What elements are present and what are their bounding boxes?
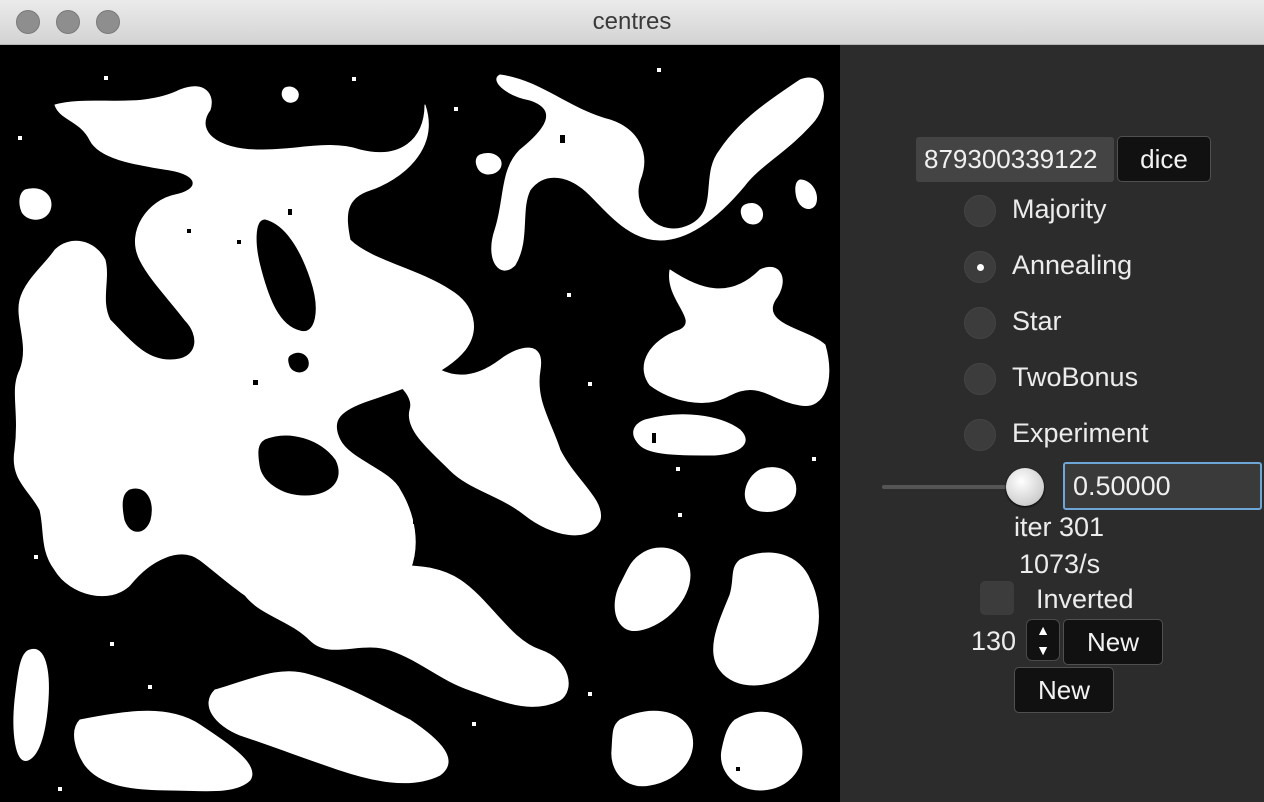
radio-star[interactable] [964, 307, 996, 339]
radio-annealing[interactable] [964, 251, 996, 283]
inverted-checkbox[interactable] [980, 581, 1014, 615]
control-panel: 879300339122 dice Majority Annealing Sta… [840, 45, 1264, 802]
stepper-up-icon[interactable]: ▲ [1027, 620, 1059, 640]
iteration-rate: 1073/s [1019, 549, 1101, 579]
size-value: 130 [971, 626, 1017, 656]
radio-twobonus[interactable] [964, 363, 996, 395]
parameter-value-field[interactable]: 0.50000 [1063, 462, 1262, 510]
radio-label-twobonus: TwoBonus [1012, 362, 1139, 392]
new-size-button[interactable]: New [1063, 619, 1163, 665]
new-button[interactable]: New [1014, 667, 1114, 713]
dice-button[interactable]: dice [1117, 136, 1211, 182]
iteration-count: iter 301 [1014, 512, 1105, 542]
parameter-slider-thumb[interactable] [1006, 468, 1044, 506]
size-stepper[interactable]: ▲ ▼ [1026, 619, 1060, 661]
app-window: centres 879300339122 dice Majority Annea… [0, 0, 1264, 802]
radio-label-annealing: Annealing [1012, 250, 1133, 280]
seed-field[interactable]: 879300339122 [916, 137, 1114, 182]
stepper-down-icon[interactable]: ▼ [1027, 640, 1059, 660]
simulation-canvas[interactable] [0, 45, 840, 802]
window-title: centres [592, 8, 672, 35]
radio-label-experiment: Experiment [1012, 418, 1149, 448]
radio-experiment[interactable] [964, 419, 996, 451]
inverted-label: Inverted [1036, 584, 1134, 614]
title-bar[interactable]: centres [0, 0, 1264, 45]
radio-label-star: Star [1012, 306, 1062, 336]
radio-majority[interactable] [964, 195, 996, 227]
radio-label-majority: Majority [1012, 194, 1107, 224]
blob-pattern [13, 68, 830, 792]
